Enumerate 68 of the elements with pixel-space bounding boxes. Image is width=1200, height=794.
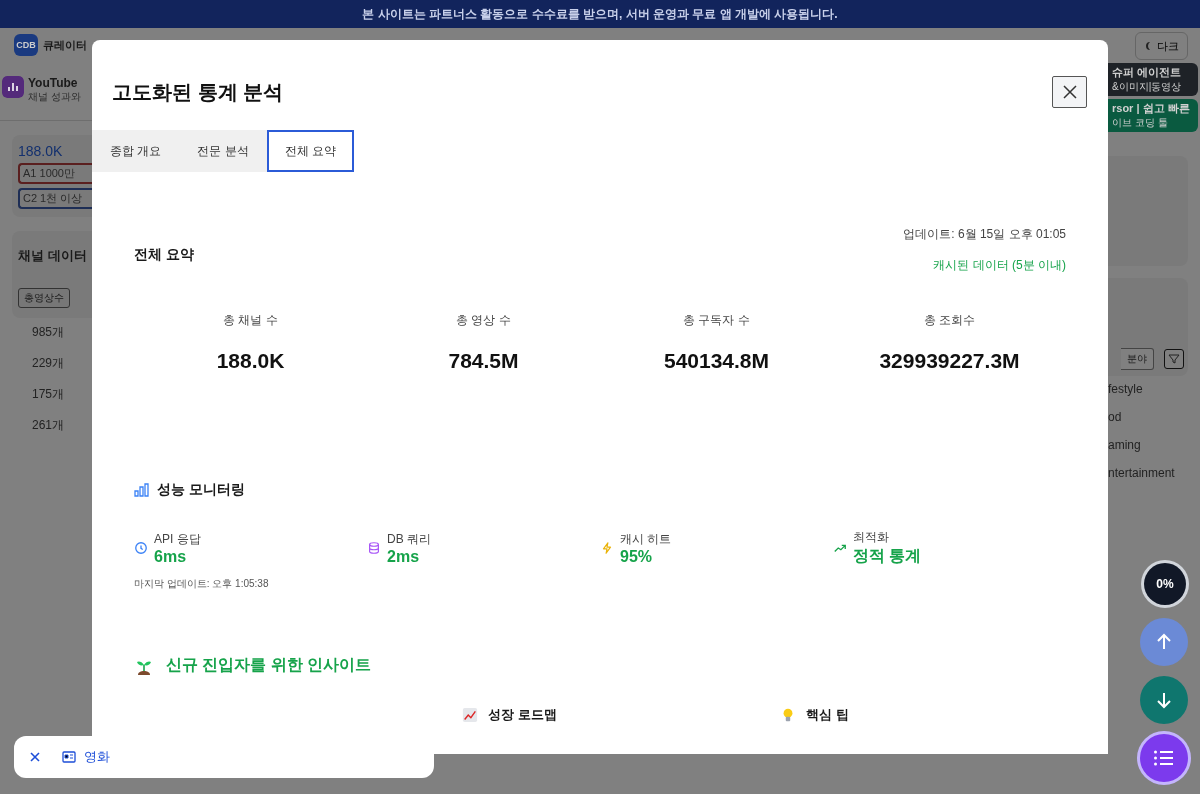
table-cell-text: 229개: [31, 355, 66, 372]
section-title: 성능 모니터링: [157, 481, 245, 499]
table-cell-text: 175개: [31, 386, 66, 403]
scroll-up-button[interactable]: [1140, 618, 1188, 666]
close-button[interactable]: [1052, 76, 1087, 108]
last-updated: 마지막 업데이트: 오후 1:05:38: [134, 577, 270, 591]
promo-banner[interactable]: 슈퍼 에이전트 &이미지|동영상: [1108, 63, 1198, 96]
app-subtitle: 채널 성과와: [28, 90, 81, 104]
close-icon: [1062, 85, 1077, 99]
cache-note: 캐시된 데이터 (5분 이내): [933, 257, 1066, 274]
update-time: 업데이트: 6월 15일 오후 01:05: [903, 226, 1066, 243]
metric-label: 최적화: [853, 529, 890, 546]
sort-button[interactable]: 총영상수: [18, 288, 70, 308]
dialog-title: 고도화된 통계 분석: [112, 79, 284, 105]
clock-icon: [134, 541, 148, 555]
sort-button[interactable]: 분야: [1121, 348, 1154, 370]
lightning-icon: [600, 541, 614, 555]
arrow-down-icon: [1154, 690, 1174, 710]
table-cell-text: festyle: [1108, 381, 1144, 398]
filter-button[interactable]: [1164, 349, 1184, 369]
progress-badge: 0%: [1144, 563, 1186, 605]
table-cell-text: 261개: [31, 417, 66, 434]
moon-icon: [1144, 41, 1153, 51]
metric-value: 2ms: [387, 547, 421, 566]
close-button[interactable]: [28, 750, 42, 764]
stat-label: 총 채널 수: [223, 312, 278, 329]
tab[interactable]: 전체 요약: [266, 130, 355, 172]
table-cell-text: od: [1108, 409, 1123, 426]
stat-value: 540134.8M: [663, 349, 770, 373]
stat-value: 188.0K: [216, 349, 285, 373]
close-icon: [28, 750, 42, 764]
stat-label: 총 구독자 수: [683, 312, 750, 329]
metric-label: 캐시 히트: [620, 530, 672, 548]
app-title: YouTube: [28, 76, 79, 90]
chart-icon: [462, 707, 478, 723]
section-title: 채널 데이터: [18, 247, 88, 265]
site-name: 큐레이터: [43, 37, 87, 53]
column-title: 성장 로드맵: [488, 706, 557, 724]
stat-value: 784.5M: [448, 349, 519, 373]
menu-button[interactable]: [1140, 734, 1188, 782]
metric-label: DB 쿼리: [387, 530, 431, 548]
bar-chart-icon: [134, 483, 149, 497]
tab[interactable]: 종합 개요: [92, 130, 180, 172]
table-cell-text: 985개: [31, 324, 66, 341]
table-cell-text: ntertainment: [1108, 465, 1176, 482]
chart-icon: [2, 76, 24, 98]
column-title: 핵심 팁: [806, 706, 849, 724]
notice-banner: 본 사이트는 파트너스 활동으로 수수료를 받으며, 서버 운영과 무료 앱 개발에 사용됩니다.: [0, 0, 1200, 28]
theme-button[interactable]: 다크: [1135, 32, 1188, 60]
category-chip[interactable]: 영화: [62, 748, 110, 766]
database-icon: [367, 541, 381, 555]
section-title: 신규 진입자를 위한 인사이트: [166, 655, 372, 675]
list-icon: [1153, 749, 1175, 767]
total-count: 188.0K: [18, 143, 64, 159]
tab[interactable]: 전문 분석: [179, 130, 267, 172]
metric-value: 정적 통계: [853, 546, 922, 566]
stat-label: 총 영상 수: [456, 312, 511, 329]
filter-icon: [1168, 353, 1180, 365]
section-title: 전체 요약: [134, 246, 194, 264]
metric-value: 6ms: [154, 547, 188, 566]
stat-label: 총 조회수: [923, 312, 976, 329]
scroll-down-button[interactable]: [1140, 676, 1188, 724]
table-cell-text: aming: [1108, 437, 1142, 454]
stat-value: 329939227.3M: [879, 349, 1020, 373]
promo-banner[interactable]: rsor | 쉽고 빠른 이브 코딩 툴: [1108, 99, 1198, 132]
metric-value: 95%: [620, 547, 654, 566]
metric-label: API 응답: [154, 530, 201, 548]
logo[interactable]: CDB: [14, 34, 38, 56]
